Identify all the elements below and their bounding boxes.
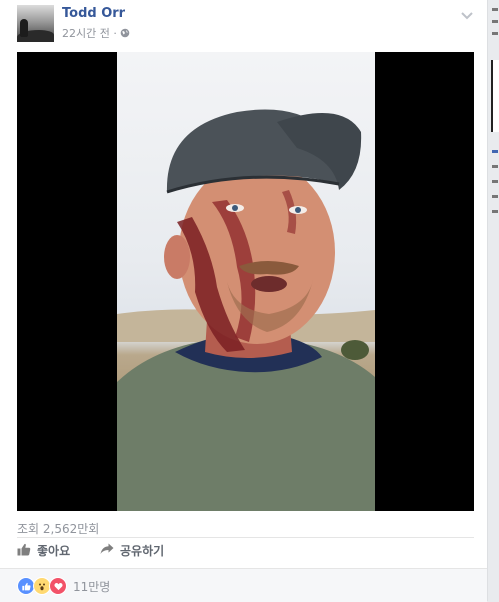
love-icon <box>49 577 67 595</box>
divider <box>17 537 474 538</box>
post-meta: 22시간 전 · <box>62 25 130 41</box>
video-frame <box>117 52 375 511</box>
share-label: 공유하기 <box>120 544 165 558</box>
share-arrow-icon <box>100 543 114 558</box>
feed-post-card: Todd Orr 22시간 전 · 조회 2,562만회 좋아요 공유하기 11… <box>0 0 488 602</box>
thumbs-up-icon <box>17 543 31 559</box>
author-avatar[interactable] <box>17 5 54 42</box>
reaction-count[interactable]: 11만명 <box>73 578 110 595</box>
like-label: 좋아요 <box>37 544 71 558</box>
globe-icon <box>120 28 130 38</box>
chevron-down-icon[interactable] <box>460 6 474 20</box>
like-button[interactable]: 좋아요 <box>17 542 70 559</box>
right-sidebar-edge <box>488 0 499 601</box>
share-button[interactable]: 공유하기 <box>100 542 164 559</box>
reactions-summary[interactable]: 11만명 <box>17 577 110 595</box>
video-player[interactable] <box>17 52 474 511</box>
author-name[interactable]: Todd Orr <box>62 6 125 21</box>
post-timestamp[interactable]: 22시간 전 · <box>62 25 117 41</box>
reactions-bar: 11만명 <box>0 568 487 602</box>
view-count: 조회 2,562만회 <box>17 522 100 536</box>
